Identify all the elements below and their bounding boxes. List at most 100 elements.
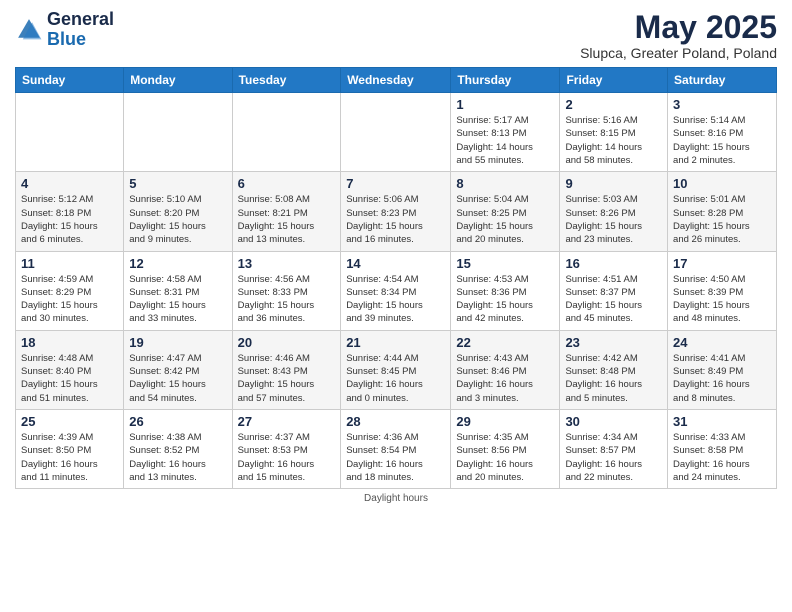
day-info: Sunrise: 4:37 AM Sunset: 8:53 PM Dayligh… (238, 431, 336, 484)
calendar-cell (232, 93, 341, 172)
day-info: Sunrise: 5:17 AM Sunset: 8:13 PM Dayligh… (456, 114, 554, 167)
day-number: 14 (346, 256, 445, 271)
day-number: 19 (129, 335, 226, 350)
logo-text: General Blue (47, 10, 114, 50)
weekday-header-monday: Monday (124, 68, 232, 93)
day-number: 8 (456, 176, 554, 191)
day-number: 17 (673, 256, 771, 271)
location-subtitle: Slupca, Greater Poland, Poland (580, 45, 777, 61)
calendar-cell: 27 Sunrise: 4:37 AM Sunset: 8:53 PM Dayli… (232, 409, 341, 488)
day-info: Sunrise: 5:01 AM Sunset: 8:28 PM Dayligh… (673, 193, 771, 246)
calendar-cell: 24Sunrise: 4:41 AM Sunset: 8:49 PM Dayli… (668, 330, 777, 409)
footer-text: Daylight hours (364, 493, 428, 504)
day-info: Sunrise: 4:33 AM Sunset: 8:58 PM Dayligh… (673, 431, 771, 484)
day-info: Sunrise: 4:56 AM Sunset: 8:33 PM Dayligh… (238, 273, 336, 326)
weekday-header-row: SundayMondayTuesdayWednesdayThursdayFrid… (16, 68, 777, 93)
day-number: 31 (673, 414, 771, 429)
calendar-cell: 31 Sunrise: 4:33 AM Sunset: 8:58 PM Dayli… (668, 409, 777, 488)
calendar-cell: 19 Sunrise: 4:47 AM Sunset: 8:42 PM Dayli… (124, 330, 232, 409)
calendar-cell: 14 Sunrise: 4:54 AM Sunset: 8:34 PM Dayli… (341, 251, 451, 330)
calendar-cell: 18 Sunrise: 4:48 AM Sunset: 8:40 PM Dayli… (16, 330, 124, 409)
day-info: Sunrise: 5:14 AM Sunset: 8:16 PM Dayligh… (673, 114, 771, 167)
day-info: Sunrise: 4:38 AM Sunset: 8:52 PM Dayligh… (129, 431, 226, 484)
day-info: Sunrise: 4:58 AM Sunset: 8:31 PM Dayligh… (129, 273, 226, 326)
calendar-cell: 28 Sunrise: 4:36 AM Sunset: 8:54 PM Dayli… (341, 409, 451, 488)
calendar-cell: 11Sunrise: 4:59 AM Sunset: 8:29 PM Dayli… (16, 251, 124, 330)
day-info: Sunrise: 5:04 AM Sunset: 8:25 PM Dayligh… (456, 193, 554, 246)
calendar-cell: 25Sunrise: 4:39 AM Sunset: 8:50 PM Dayli… (16, 409, 124, 488)
calendar-cell: 30 Sunrise: 4:34 AM Sunset: 8:57 PM Dayli… (560, 409, 668, 488)
weekday-header-thursday: Thursday (451, 68, 560, 93)
calendar-cell: 23 Sunrise: 4:42 AM Sunset: 8:48 PM Dayli… (560, 330, 668, 409)
day-info: Sunrise: 4:50 AM Sunset: 8:39 PM Dayligh… (673, 273, 771, 326)
day-number: 21 (346, 335, 445, 350)
day-number: 30 (565, 414, 662, 429)
day-number: 4 (21, 176, 118, 191)
day-number: 2 (565, 97, 662, 112)
header: General Blue May 2025 Slupca, Greater Po… (15, 10, 777, 61)
logo-blue-text: Blue (47, 29, 86, 49)
day-number: 28 (346, 414, 445, 429)
calendar-cell: 4 Sunrise: 5:12 AM Sunset: 8:18 PM Daylig… (16, 172, 124, 251)
calendar-cell: 8 Sunrise: 5:04 AM Sunset: 8:25 PM Daylig… (451, 172, 560, 251)
day-info: Sunrise: 5:16 AM Sunset: 8:15 PM Dayligh… (565, 114, 662, 167)
title-area: May 2025 Slupca, Greater Poland, Poland (580, 10, 777, 61)
footer: Daylight hours (15, 493, 777, 504)
calendar-cell: 22Sunrise: 4:43 AM Sunset: 8:46 PM Dayli… (451, 330, 560, 409)
day-number: 26 (129, 414, 226, 429)
day-info: Sunrise: 4:36 AM Sunset: 8:54 PM Dayligh… (346, 431, 445, 484)
calendar-cell (341, 93, 451, 172)
day-info: Sunrise: 4:44 AM Sunset: 8:45 PM Dayligh… (346, 352, 445, 405)
calendar-cell: 13 Sunrise: 4:56 AM Sunset: 8:33 PM Dayli… (232, 251, 341, 330)
weekday-header-saturday: Saturday (668, 68, 777, 93)
day-info: Sunrise: 4:39 AM Sunset: 8:50 PM Dayligh… (21, 431, 118, 484)
day-info: Sunrise: 5:12 AM Sunset: 8:18 PM Dayligh… (21, 193, 118, 246)
day-number: 9 (565, 176, 662, 191)
calendar-cell: 2 Sunrise: 5:16 AM Sunset: 8:15 PM Daylig… (560, 93, 668, 172)
logo-icon (15, 16, 43, 44)
day-info: Sunrise: 4:42 AM Sunset: 8:48 PM Dayligh… (565, 352, 662, 405)
day-info: Sunrise: 4:41 AM Sunset: 8:49 PM Dayligh… (673, 352, 771, 405)
day-number: 3 (673, 97, 771, 112)
day-info: Sunrise: 4:54 AM Sunset: 8:34 PM Dayligh… (346, 273, 445, 326)
calendar-cell: 17 Sunrise: 4:50 AM Sunset: 8:39 PM Dayli… (668, 251, 777, 330)
calendar-cell: 12Sunrise: 4:58 AM Sunset: 8:31 PM Dayli… (124, 251, 232, 330)
calendar-week-2: 4 Sunrise: 5:12 AM Sunset: 8:18 PM Daylig… (16, 172, 777, 251)
calendar-cell: 1Sunrise: 5:17 AM Sunset: 8:13 PM Daylig… (451, 93, 560, 172)
calendar-cell: 29 Sunrise: 4:35 AM Sunset: 8:56 PM Dayli… (451, 409, 560, 488)
day-number: 22 (456, 335, 554, 350)
weekday-header-friday: Friday (560, 68, 668, 93)
calendar-cell: 15Sunrise: 4:53 AM Sunset: 8:36 PM Dayli… (451, 251, 560, 330)
day-number: 23 (565, 335, 662, 350)
day-number: 16 (565, 256, 662, 271)
day-info: Sunrise: 4:34 AM Sunset: 8:57 PM Dayligh… (565, 431, 662, 484)
calendar-cell: 3 Sunrise: 5:14 AM Sunset: 8:16 PM Daylig… (668, 93, 777, 172)
day-info: Sunrise: 4:59 AM Sunset: 8:29 PM Dayligh… (21, 273, 118, 326)
logo: General Blue (15, 10, 114, 50)
calendar-cell: 20Sunrise: 4:46 AM Sunset: 8:43 PM Dayli… (232, 330, 341, 409)
weekday-header-wednesday: Wednesday (341, 68, 451, 93)
calendar-cell: 21 Sunrise: 4:44 AM Sunset: 8:45 PM Dayli… (341, 330, 451, 409)
logo-general-text: General (47, 9, 114, 29)
day-info: Sunrise: 4:47 AM Sunset: 8:42 PM Dayligh… (129, 352, 226, 405)
day-info: Sunrise: 4:35 AM Sunset: 8:56 PM Dayligh… (456, 431, 554, 484)
month-title: May 2025 (580, 10, 777, 45)
day-info: Sunrise: 5:03 AM Sunset: 8:26 PM Dayligh… (565, 193, 662, 246)
day-number: 29 (456, 414, 554, 429)
calendar-week-3: 11Sunrise: 4:59 AM Sunset: 8:29 PM Dayli… (16, 251, 777, 330)
day-number: 13 (238, 256, 336, 271)
day-number: 18 (21, 335, 118, 350)
calendar-week-1: 1Sunrise: 5:17 AM Sunset: 8:13 PM Daylig… (16, 93, 777, 172)
calendar-cell: 10Sunrise: 5:01 AM Sunset: 8:28 PM Dayli… (668, 172, 777, 251)
calendar-cell: 6Sunrise: 5:08 AM Sunset: 8:21 PM Daylig… (232, 172, 341, 251)
calendar-header: SundayMondayTuesdayWednesdayThursdayFrid… (16, 68, 777, 93)
calendar-week-4: 18 Sunrise: 4:48 AM Sunset: 8:40 PM Dayli… (16, 330, 777, 409)
day-number: 27 (238, 414, 336, 429)
day-info: Sunrise: 4:48 AM Sunset: 8:40 PM Dayligh… (21, 352, 118, 405)
weekday-header-sunday: Sunday (16, 68, 124, 93)
day-info: Sunrise: 4:53 AM Sunset: 8:36 PM Dayligh… (456, 273, 554, 326)
calendar-cell (124, 93, 232, 172)
page: General Blue May 2025 Slupca, Greater Po… (0, 0, 792, 612)
calendar-cell: 5Sunrise: 5:10 AM Sunset: 8:20 PM Daylig… (124, 172, 232, 251)
day-info: Sunrise: 5:08 AM Sunset: 8:21 PM Dayligh… (238, 193, 336, 246)
